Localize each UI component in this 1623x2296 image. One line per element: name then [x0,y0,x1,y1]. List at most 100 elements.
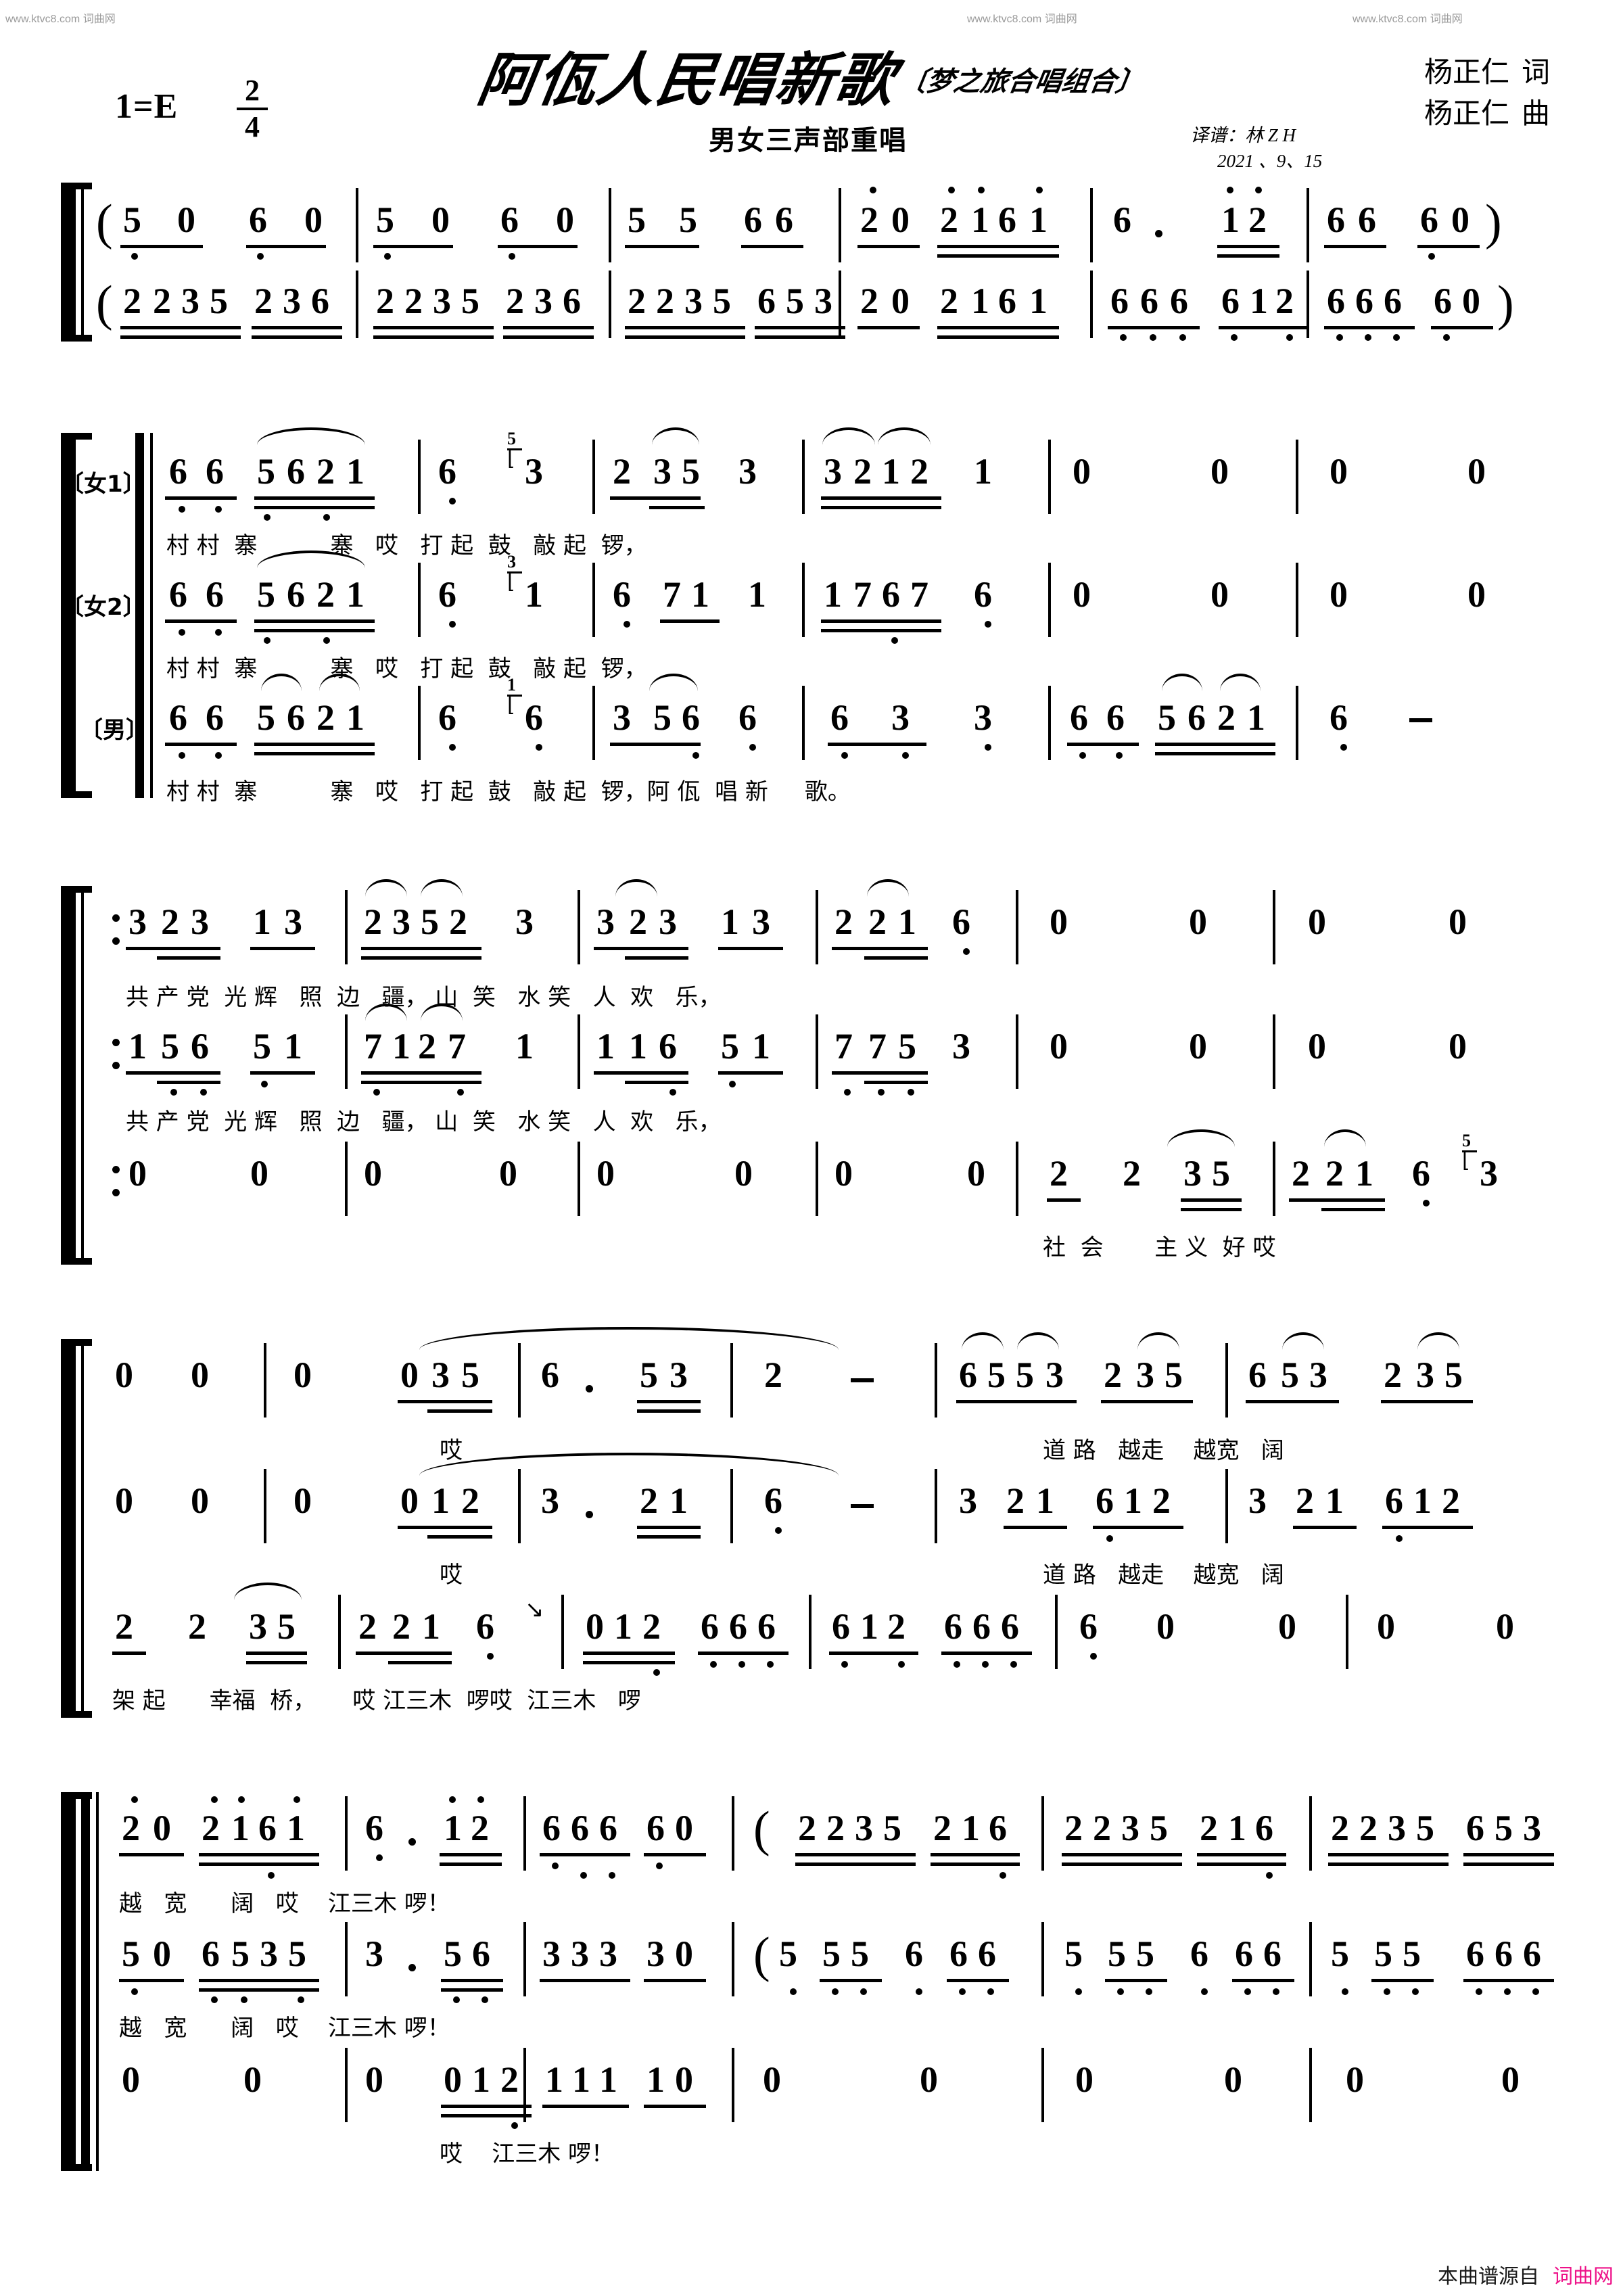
note: 7 [663,574,681,615]
note: 0 [920,2059,938,2100]
note: 6 [944,1606,962,1647]
note: 6 [476,1606,494,1647]
note: 7 [834,1026,853,1067]
barline [1307,188,1309,262]
note: 5 [1331,1934,1349,1974]
note: 7 [910,574,928,615]
system-verse-a: 〔女1〕 66 5621 6 5 ⌊ 3 2 35 3 3212 1 0 0 0… [61,427,1569,803]
note: 0 [444,2059,462,2100]
note: 6 [1106,697,1125,738]
note: 5 [123,200,141,240]
barline [1016,890,1018,964]
barline [561,1595,564,1669]
note: 6 [287,451,305,492]
note: 5 [122,1934,140,1974]
barline [809,1595,812,1669]
note: 0 [763,2059,781,2100]
note: 3 [284,901,302,942]
slur [1167,1129,1235,1147]
barline [1225,1469,1228,1543]
note: 2 [188,1606,206,1647]
note: 6 [1235,1934,1253,1974]
note: 3 [392,901,410,942]
barline [338,1595,341,1669]
note: 5 [1016,1355,1034,1395]
note: 2 [316,697,335,738]
note: 1 [525,574,543,615]
note: 2 [316,451,335,492]
note: 3 [1136,1355,1154,1395]
note: 1 [431,1480,450,1521]
note: 0 [1308,1026,1326,1067]
slur [1324,1129,1366,1147]
open-paren-upper: ( [96,195,113,250]
lyric-line-alto: 共 产 党 光 辉 照 边 疆， 山 笑 水 笑 人 欢 乐， [126,1108,722,1135]
note: 6 [563,281,581,321]
note: 6 [599,1808,617,1848]
system-brace [61,1792,92,2171]
note: 6 [729,1606,747,1647]
note: 2 [461,1480,479,1521]
note: 1 [287,1808,305,1848]
note: 1 [1228,1808,1246,1848]
note: 2 [506,281,524,321]
note: 1 [1247,697,1265,738]
note: 0 [596,1153,615,1194]
barline [345,890,348,964]
note: 6 [169,451,187,492]
slur [1017,1332,1059,1350]
note: 3 [952,1026,970,1067]
note: 2 [940,281,958,321]
barline [418,440,421,514]
note: 2 [1064,1808,1083,1848]
barline [356,271,358,338]
note: 3 [599,1934,617,1974]
note: 2 [418,1026,436,1067]
note: 1 [721,901,739,942]
slur [257,427,365,445]
note: 6 [365,1808,383,1848]
note: 2 [376,281,394,321]
note: 5 [277,1606,296,1647]
note: 3 [684,281,703,321]
note: 1 [346,574,364,615]
footer-source-label: 本曲谱源自 [1438,2266,1539,2288]
slur [1137,1332,1179,1350]
barline [816,1142,818,1216]
note: 5 [987,1355,1006,1395]
note: 5 [779,1934,797,1974]
note: 2 [853,451,872,492]
note: 3 [128,901,147,942]
note: 3 [365,1934,383,1974]
note: 6 [1190,1934,1208,1974]
note: 0 [1073,451,1091,492]
slur [649,674,698,691]
note: 0 [1462,281,1480,321]
grace-hook: ⌊ [507,448,515,470]
note: 1 [1325,1480,1344,1521]
note: 0 [499,1153,517,1194]
note: 6 [311,281,329,321]
barline [1055,1595,1058,1669]
note: 6 [1434,281,1452,321]
note: 0 [293,1480,312,1521]
grace-hook: ⌊ [507,694,515,716]
note: 3 [974,697,992,738]
note: 6 [905,1934,923,1974]
note: 0 [1210,451,1229,492]
note: 1 [346,451,364,492]
note: 0 [1467,574,1486,615]
composer-line: 杨正仁曲 [1424,94,1550,135]
note: 2 [500,2059,519,2100]
breath-arrow: ↘ [525,1597,544,1622]
note: 3 [515,901,534,942]
note: 2 [161,901,179,942]
note: 6 [287,697,305,738]
note: 5 [231,1934,250,1974]
note: 6 [258,1808,277,1848]
note: 3 [283,281,301,321]
note: 2 [628,281,646,321]
lyric-line-soprano: 越 宽 阔 哎 江三木 啰！ [119,1890,450,1917]
note: 3 [1183,1153,1202,1194]
note: 5 [1416,1808,1434,1848]
